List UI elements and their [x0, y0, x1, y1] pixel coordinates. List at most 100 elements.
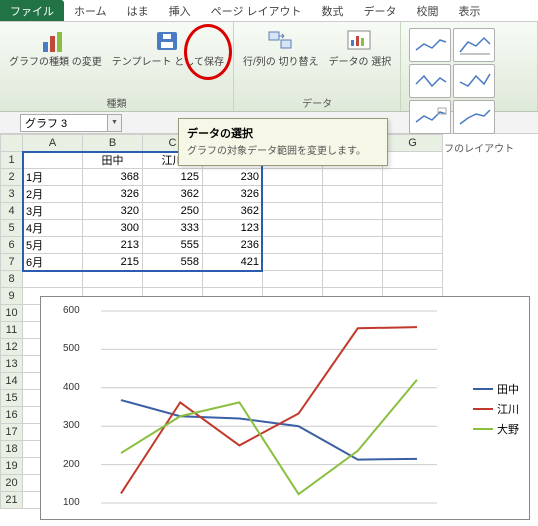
row-header-6[interactable]: 6: [1, 237, 23, 254]
cell-G4[interactable]: [383, 203, 443, 220]
row-header-16[interactable]: 16: [1, 407, 23, 424]
row-header-10[interactable]: 10: [1, 305, 23, 322]
tab-review[interactable]: 校閲: [407, 0, 449, 21]
row-header-5[interactable]: 5: [1, 220, 23, 237]
cell-G6[interactable]: [383, 237, 443, 254]
cell-A8[interactable]: [23, 271, 83, 288]
layout-thumb-3[interactable]: [409, 64, 451, 98]
cell-A3[interactable]: 2月: [23, 186, 83, 203]
cell-B8[interactable]: [83, 271, 143, 288]
cell-G5[interactable]: [383, 220, 443, 237]
col-header-A[interactable]: A: [23, 135, 83, 152]
switch-row-col-button[interactable]: 行/列の 切り替え: [238, 24, 324, 72]
tab-home[interactable]: ホーム: [64, 0, 117, 21]
cell-C3[interactable]: 362: [143, 186, 203, 203]
cell-F3[interactable]: [323, 186, 383, 203]
row-header-17[interactable]: 17: [1, 424, 23, 441]
row-header-18[interactable]: 18: [1, 441, 23, 458]
row-header-2[interactable]: 2: [1, 169, 23, 186]
cell-C7[interactable]: 558: [143, 254, 203, 271]
legend-item[interactable]: 江川: [473, 401, 519, 417]
cell-F2[interactable]: [323, 169, 383, 186]
cell-A6[interactable]: 5月: [23, 237, 83, 254]
layout-thumb-2[interactable]: [453, 28, 495, 62]
row-header-21[interactable]: 21: [1, 492, 23, 509]
cell-C5[interactable]: 333: [143, 220, 203, 237]
cell-E4[interactable]: [263, 203, 323, 220]
select-data-button[interactable]: データの 選択: [324, 24, 397, 72]
cell-A2[interactable]: 1月: [23, 169, 83, 186]
cell-D2[interactable]: 230: [203, 169, 263, 186]
row-header-1[interactable]: 1: [1, 152, 23, 169]
tab-view[interactable]: 表示: [449, 0, 491, 21]
cell-G1[interactable]: [383, 152, 443, 169]
tab-file[interactable]: ファイル: [0, 0, 64, 21]
row-header-11[interactable]: 11: [1, 322, 23, 339]
cell-A1[interactable]: [23, 152, 83, 169]
cell-E3[interactable]: [263, 186, 323, 203]
tab-pagelayout[interactable]: ページ レイアウト: [201, 0, 312, 21]
cell-D4[interactable]: 362: [203, 203, 263, 220]
tab-insert[interactable]: 挿入: [159, 0, 201, 21]
cell-D3[interactable]: 326: [203, 186, 263, 203]
select-all-corner[interactable]: [1, 135, 23, 152]
cell-C8[interactable]: [143, 271, 203, 288]
col-header-B[interactable]: B: [83, 135, 143, 152]
cell-A4[interactable]: 3月: [23, 203, 83, 220]
cell-F8[interactable]: [323, 271, 383, 288]
row-header-3[interactable]: 3: [1, 186, 23, 203]
cell-E6[interactable]: [263, 237, 323, 254]
row-header-13[interactable]: 13: [1, 356, 23, 373]
layout-thumb-6[interactable]: [453, 100, 495, 134]
row-header-20[interactable]: 20: [1, 475, 23, 492]
cell-B6[interactable]: 213: [83, 237, 143, 254]
row-header-19[interactable]: 19: [1, 458, 23, 475]
cell-B5[interactable]: 300: [83, 220, 143, 237]
row-header-8[interactable]: 8: [1, 271, 23, 288]
cell-D7[interactable]: 421: [203, 254, 263, 271]
embedded-chart[interactable]: 田中江川大野 100200300400500600: [40, 296, 530, 520]
cell-B7[interactable]: 215: [83, 254, 143, 271]
cell-F4[interactable]: [323, 203, 383, 220]
cell-C6[interactable]: 555: [143, 237, 203, 254]
legend-item[interactable]: 田中: [473, 381, 519, 397]
tab-data[interactable]: データ: [354, 0, 407, 21]
cell-E5[interactable]: [263, 220, 323, 237]
name-box-dropdown[interactable]: ▼: [108, 114, 122, 132]
name-box[interactable]: [20, 114, 108, 132]
cell-E8[interactable]: [263, 271, 323, 288]
cell-F5[interactable]: [323, 220, 383, 237]
cell-C4[interactable]: 250: [143, 203, 203, 220]
cell-F6[interactable]: [323, 237, 383, 254]
layout-thumb-1[interactable]: [409, 28, 451, 62]
cell-E2[interactable]: [263, 169, 323, 186]
cell-D6[interactable]: 236: [203, 237, 263, 254]
row-header-14[interactable]: 14: [1, 373, 23, 390]
row-header-12[interactable]: 12: [1, 339, 23, 356]
row-header-15[interactable]: 15: [1, 390, 23, 407]
tab-hama[interactable]: はま: [117, 0, 159, 21]
cell-G8[interactable]: [383, 271, 443, 288]
cell-G3[interactable]: [383, 186, 443, 203]
cell-G2[interactable]: [383, 169, 443, 186]
cell-D5[interactable]: 123: [203, 220, 263, 237]
save-template-button[interactable]: テンプレート として保存: [107, 24, 229, 72]
layout-thumb-5[interactable]: [409, 100, 451, 134]
cell-B2[interactable]: 368: [83, 169, 143, 186]
col-header-G[interactable]: G: [383, 135, 443, 152]
cell-A7[interactable]: 6月: [23, 254, 83, 271]
cell-G7[interactable]: [383, 254, 443, 271]
cell-A5[interactable]: 4月: [23, 220, 83, 237]
legend-item[interactable]: 大野: [473, 421, 519, 437]
row-header-9[interactable]: 9: [1, 288, 23, 305]
row-header-7[interactable]: 7: [1, 254, 23, 271]
row-header-4[interactable]: 4: [1, 203, 23, 220]
cell-C2[interactable]: 125: [143, 169, 203, 186]
cell-F7[interactable]: [323, 254, 383, 271]
cell-B4[interactable]: 320: [83, 203, 143, 220]
change-chart-type-button[interactable]: グラフの種類 の変更: [4, 24, 107, 72]
cell-B1[interactable]: 田中: [83, 152, 143, 169]
layout-thumb-4[interactable]: [453, 64, 495, 98]
tab-formulas[interactable]: 数式: [312, 0, 354, 21]
cell-E7[interactable]: [263, 254, 323, 271]
